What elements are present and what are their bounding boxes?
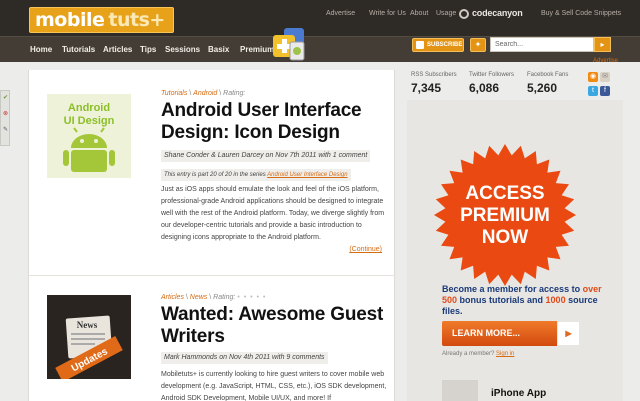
category-link[interactable]: Articles (161, 294, 184, 301)
facebook-fans-label: Facebook Fans (527, 72, 569, 78)
learn-more-button[interactable]: LEARN MORE... ▸ (442, 321, 580, 346)
twitter-followers-label: Twitter Followers (469, 72, 515, 78)
news-updates-thumbnail[interactable]: News Updates (47, 295, 131, 379)
nav-basix[interactable]: Basix (208, 45, 229, 54)
article-item: Android UI Design Tutorials \ Android \ … (29, 70, 396, 275)
rss-subscribers-count: 7,345 (411, 81, 442, 95)
sign-in-link[interactable]: Sign in (496, 351, 514, 357)
category-link[interactable]: Android (193, 90, 217, 97)
iphone-app-heading[interactable]: iPhone App (491, 388, 546, 399)
svg-text:News: News (77, 320, 98, 330)
arrow-right-icon: ▸ (600, 40, 605, 49)
block-icon[interactable]: ⊗ (2, 111, 9, 118)
twitter-icon[interactable]: t (588, 86, 598, 96)
already-member-text: Already a member? Sign in (442, 351, 515, 357)
article-item: News Updates Articles \ News \ Rating: •… (29, 275, 396, 401)
email-icon[interactable]: ✉ (600, 72, 610, 82)
iphone-app-image[interactable] (442, 380, 478, 401)
rating-stars[interactable]: • • • • • (237, 294, 266, 301)
nav-tutorials[interactable]: Tutorials (62, 45, 95, 54)
codecanyon-icon (459, 8, 469, 19)
category-link[interactable]: Tutorials (161, 90, 187, 97)
android-ui-design-thumbnail[interactable]: Android UI Design (47, 94, 131, 178)
premium-promo-text: Become a member for access to over 500 b… (442, 284, 602, 316)
twitter-follow-button[interactable]: ✦ (470, 38, 486, 52)
rating-label: Rating: (213, 294, 236, 301)
premium-apps-icon[interactable] (270, 27, 306, 61)
usage-link[interactable]: Usage (436, 10, 456, 17)
twitter-followers-count: 6,086 (469, 81, 500, 95)
breadcrumb: Tutorials \ Android \ Rating: (161, 90, 246, 97)
breadcrumb: Articles \ News \ Rating: • • • • • (161, 294, 267, 301)
twitter-bird-icon: ✦ (474, 40, 482, 49)
article-meta: Mark Hammonds on Nov 4th 2011 with 9 com… (161, 352, 328, 364)
leaf-icon[interactable]: ✔ (2, 95, 9, 102)
write-for-us-link[interactable]: Write for Us (369, 10, 406, 17)
svg-text:Android: Android (68, 102, 110, 114)
facebook-icon[interactable]: f (600, 86, 610, 96)
article-excerpt: Mobiletuts+ is currently looking to hire… (161, 371, 387, 401)
advertise-link[interactable]: Advertise (326, 10, 355, 17)
site-logo[interactable]: mobile tuts+ (29, 7, 174, 33)
series-note: This entry is part 20 of 20 in the serie… (161, 169, 351, 181)
svg-text:PREMIUM: PREMIUM (460, 205, 550, 226)
category-link[interactable]: News (190, 294, 208, 301)
continue-link[interactable]: (Continue) (349, 246, 382, 253)
rss-subscribers-label: RSS Subscribers (411, 72, 457, 78)
bookmark-icon[interactable]: ✎ (2, 127, 9, 134)
nav-tips[interactable]: Tips (140, 45, 156, 54)
svg-text:UI Design: UI Design (64, 115, 115, 127)
rating-label: Rating: (223, 90, 246, 97)
svg-text:NOW: NOW (482, 227, 529, 248)
nav-sessions[interactable]: Sessions (165, 45, 200, 54)
rss-icon (416, 41, 424, 49)
rss-feed-icon[interactable]: ◉ (588, 72, 598, 82)
arrow-right-icon: ▸ (557, 321, 580, 346)
article-meta: Shane Conder & Lauren Darcey on Nov 7th … (161, 150, 371, 162)
top-header-bar: mobile tuts+ Advertise Write for Us About… (0, 0, 640, 36)
nav-articles[interactable]: Articles (103, 45, 132, 54)
codecanyon-link[interactable]: codecanyon (459, 8, 523, 19)
about-link[interactable]: About (410, 10, 428, 17)
series-link[interactable]: Android User Interface Design (267, 172, 347, 178)
article-list: Android UI Design Tutorials \ Android \ … (28, 70, 396, 401)
article-title[interactable]: Android User Interface Design: Icon Desi… (161, 100, 391, 144)
code-snippets-link[interactable]: Buy & Sell Code Snippets (541, 10, 621, 17)
facebook-fans-count: 5,260 (527, 81, 558, 95)
nav-home[interactable]: Home (30, 45, 52, 54)
browser-side-toolbar: ✔ ⊗ ✎ (0, 90, 10, 146)
subscribe-button[interactable]: SUBSCRIBE (412, 38, 464, 52)
search-submit-button[interactable]: ▸ (594, 37, 611, 52)
sidebar-advertise-link[interactable]: Advertise (593, 58, 618, 64)
article-excerpt: Just as iOS apps should emulate the look… (161, 186, 385, 241)
access-premium-badge[interactable]: ACCESS PREMIUM NOW (433, 143, 577, 287)
article-title[interactable]: Wanted: Awesome Guest Writers (161, 304, 391, 348)
svg-text:ACCESS: ACCESS (465, 183, 544, 204)
search-input[interactable] (490, 37, 594, 52)
